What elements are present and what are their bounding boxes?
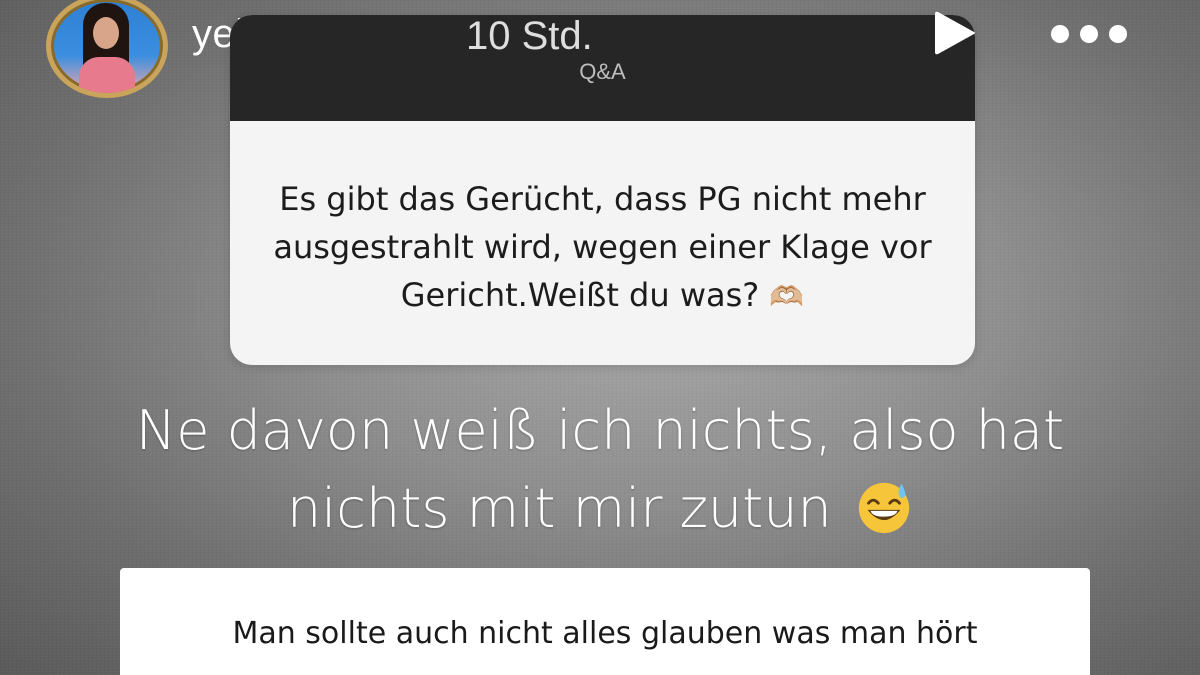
heart-hands-emoji: 🫶🏼 xyxy=(769,280,805,313)
play-icon[interactable] xyxy=(930,8,980,58)
answer-text-block: Ne davon weiß ich nichts, also hat nicht… xyxy=(100,392,1100,548)
story-timestamp: 10 Std. xyxy=(466,14,593,58)
grinning-sweat-emoji-icon xyxy=(858,483,910,534)
avatar-dress xyxy=(79,57,135,93)
qa-question-card: Q&A Es gibt das Gerücht, dass PG nicht m… xyxy=(230,15,975,365)
answer-text: Ne davon weiß ich nichts, also hat nicht… xyxy=(135,399,1065,540)
profile-avatar[interactable] xyxy=(46,0,168,98)
reply-card: Man sollte auch nicht alles glauben was … xyxy=(120,568,1090,675)
qa-card-header: Q&A xyxy=(230,15,975,121)
question-text: Es gibt das Gerücht, dass PG nicht mehr … xyxy=(273,180,932,314)
reply-text: Man sollte auch nicht alles glauben was … xyxy=(232,616,978,651)
more-options-icon[interactable] xyxy=(1050,24,1128,44)
qa-question-text: Es gibt das Gerücht, dass PG nicht mehr … xyxy=(250,175,955,321)
avatar-face xyxy=(93,17,119,49)
qa-label: Q&A xyxy=(579,59,626,84)
